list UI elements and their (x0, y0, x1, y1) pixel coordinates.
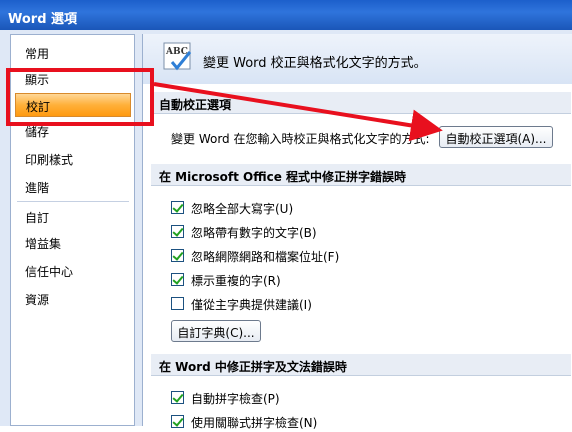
highlight-arrow (153, 82, 443, 142)
